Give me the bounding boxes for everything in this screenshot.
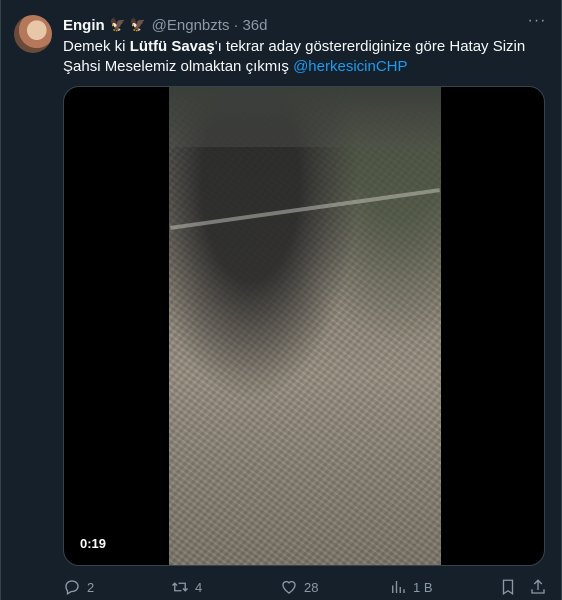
like-button[interactable]: 28 — [280, 578, 318, 596]
tweet-actions: 2 4 28 1 B — [63, 576, 545, 598]
reply-count: 2 — [87, 579, 95, 595]
author-name[interactable]: Engin — [63, 17, 105, 34]
views-button[interactable]: 1 B — [389, 578, 433, 596]
tweet-text: Demek ki Lütfü Savaş'ı tekrar aday göste… — [63, 37, 543, 77]
like-count: 28 — [304, 579, 319, 595]
video-duration: 0:19 — [76, 534, 111, 553]
separator-dot: · — [233, 16, 239, 34]
text-prefix: Demek ki — [63, 38, 130, 55]
mention-link[interactable]: @herkesicinCHP — [293, 58, 407, 75]
views-count: 1 B — [413, 579, 433, 595]
retweet-count: 4 — [195, 579, 203, 595]
retweet-icon — [172, 582, 188, 592]
bookmark-icon — [502, 579, 514, 596]
text-bold-name: Lütfü Savaş — [129, 38, 215, 55]
share-icon — [531, 579, 545, 594]
tweet-time[interactable]: 36d — [242, 17, 267, 34]
heart-icon — [282, 580, 296, 594]
author-emoji-flags: 🦅 🦅 — [109, 17, 146, 32]
reply-button[interactable]: 2 — [63, 578, 94, 596]
video-frame[interactable] — [169, 87, 441, 565]
views-chart-icon — [392, 581, 405, 593]
author-handle[interactable]: @Engnbzts — [152, 17, 230, 34]
video-player[interactable]: 0:19 — [63, 86, 545, 566]
avatar[interactable] — [14, 15, 52, 53]
retweet-button[interactable]: 4 — [171, 578, 202, 596]
tweet-header: Engin 🦅 🦅 @Engnbzts · 36d — [63, 15, 548, 35]
reply-icon — [65, 580, 79, 595]
share-button[interactable] — [529, 578, 547, 596]
more-options-icon[interactable]: ··· — [526, 13, 548, 34]
video-road — [170, 188, 440, 230]
video-mountain-ridge — [169, 87, 441, 147]
bookmark-button[interactable] — [499, 578, 517, 596]
